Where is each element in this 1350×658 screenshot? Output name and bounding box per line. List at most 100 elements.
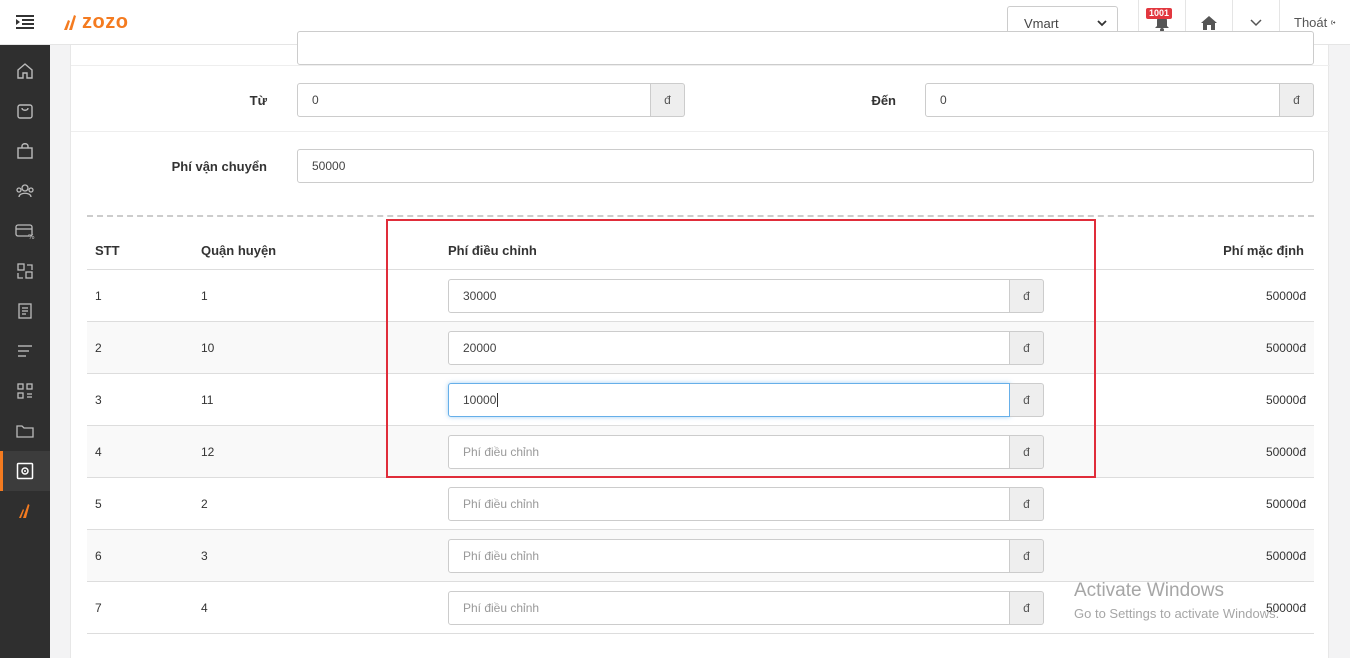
shipping-fee-input[interactable]: 50000 (297, 149, 1314, 183)
windows-watermark: Activate Windows Go to Settings to activ… (1074, 580, 1279, 621)
store-select-value: Vmart (1024, 15, 1059, 31)
home-icon (17, 63, 33, 79)
to-label: Đến (871, 93, 896, 108)
adjusted-fee-unit: đ (1010, 331, 1044, 365)
adjusted-fee-placeholder: Phí điều chỉnh (463, 549, 540, 563)
logout-icon (1331, 20, 1336, 25)
settings-icon (16, 462, 34, 480)
adjusted-fee-unit: đ (1010, 435, 1044, 469)
sidebar: % (0, 45, 50, 658)
table-row: 6 3 Phí điều chỉnh đ 50000đ (87, 530, 1314, 582)
brand-icon (19, 504, 30, 518)
table-row: 1 1 30000 đ 50000đ (87, 270, 1314, 322)
adjusted-fee-placeholder: Phí điều chỉnh (463, 445, 540, 459)
menu-toggle-button[interactable] (0, 0, 50, 45)
row-default-fee: 50000đ (1265, 289, 1306, 303)
sidebar-item-customers[interactable] (0, 171, 50, 211)
main-content: Từ 0 đ Đến 0 đ Phí vận chuyển 50000 STT … (70, 31, 1330, 658)
from-label: Từ (249, 93, 267, 108)
watermark-line2: Go to Settings to activate Windows. (1074, 606, 1280, 621)
row-district: 11 (201, 393, 214, 407)
notification-badge: 1001 (1146, 8, 1173, 19)
adjusted-fee-unit: đ (1010, 539, 1044, 573)
shopping-bag-icon (17, 143, 33, 159)
row-default-fee: 50000đ (1265, 341, 1306, 355)
row-stt: 4 (95, 445, 102, 459)
row-stt: 1 (95, 289, 102, 303)
row-stt: 3 (95, 393, 102, 407)
to-unit: đ (1280, 83, 1314, 117)
row-district: 10 (201, 341, 215, 355)
shipping-fee-label: Phí vận chuyển (171, 159, 267, 174)
adjusted-fee-input[interactable]: Phí điều chỉnh (448, 539, 1010, 573)
chevron-down-icon (1250, 18, 1262, 26)
grid-icon (17, 383, 33, 399)
th-default-fee: Phí mặc định (1223, 243, 1304, 258)
row-district: 2 (201, 497, 208, 511)
adjusted-fee-input[interactable]: 10000 (448, 383, 1010, 417)
svg-text:%: % (28, 233, 35, 240)
logo-text: zozo (82, 10, 129, 33)
row-district: 1 (201, 289, 208, 303)
home-icon (1201, 15, 1217, 30)
adjusted-fee-input[interactable]: Phí điều chỉnh (448, 487, 1010, 521)
logo[interactable]: zozo (50, 0, 128, 45)
payment-icon: % (15, 224, 35, 240)
row-stt: 7 (95, 601, 102, 615)
table-row: 4 12 Phí điều chỉnh đ 50000đ (87, 426, 1314, 478)
from-unit: đ (651, 83, 685, 117)
row-default-fee: 50000đ (1265, 497, 1306, 511)
sidebar-item-apps[interactable] (0, 371, 50, 411)
adjusted-fee-unit: đ (1010, 279, 1044, 313)
sidebar-item-settings[interactable] (0, 451, 50, 491)
adjusted-fee-input[interactable]: Phí điều chỉnh (448, 591, 1010, 625)
row-district: 12 (201, 445, 215, 459)
text-caret (497, 393, 499, 407)
adjusted-fee-value: 10000 (463, 393, 497, 407)
sidebar-item-reports[interactable] (0, 291, 50, 331)
partial-input[interactable] (297, 31, 1314, 65)
row-stt: 5 (95, 497, 102, 511)
users-icon (16, 184, 34, 198)
menu-collapse-icon (16, 15, 34, 29)
adjusted-fee-placeholder: Phí điều chỉnh (463, 497, 540, 511)
adjusted-fee-placeholder: Phí điều chỉnh (463, 601, 540, 615)
row-default-fee: 50000đ (1265, 445, 1306, 459)
adjusted-fee-input[interactable]: 30000 (448, 279, 1010, 313)
th-stt: STT (95, 243, 120, 258)
watermark-line1: Activate Windows (1074, 580, 1224, 601)
chevron-down-icon (1097, 19, 1107, 26)
sidebar-item-brand[interactable] (0, 491, 50, 531)
sidebar-item-orders[interactable] (0, 91, 50, 131)
sidebar-item-home[interactable] (0, 51, 50, 91)
table-row: 3 11 10000 đ 50000đ (87, 374, 1314, 426)
document-icon (18, 303, 32, 319)
adjusted-fee-input[interactable]: Phí điều chỉnh (448, 435, 1010, 469)
sidebar-item-products[interactable] (0, 131, 50, 171)
adjusted-fee-unit: đ (1010, 383, 1044, 417)
bag-icon (17, 104, 33, 119)
from-input[interactable]: 0 (297, 83, 651, 117)
row-default-fee: 50000đ (1265, 393, 1306, 407)
table-row: 2 10 20000 đ 50000đ (87, 322, 1314, 374)
section-divider (87, 215, 1314, 217)
th-district: Quận huyện (201, 243, 277, 258)
adjusted-fee-input[interactable]: 20000 (448, 331, 1010, 365)
folder-icon (16, 425, 34, 438)
sidebar-item-transfer[interactable] (0, 251, 50, 291)
logout-label: Thoát (1294, 15, 1328, 30)
table-row: 5 2 Phí điều chỉnh đ 50000đ (87, 478, 1314, 530)
sidebar-item-files[interactable] (0, 411, 50, 451)
row-default-fee: 50000đ (1265, 549, 1306, 563)
row-district: 4 (201, 601, 208, 615)
logo-mark-icon (64, 15, 76, 30)
adjusted-fee-value: 30000 (463, 289, 497, 303)
sidebar-item-list[interactable] (0, 331, 50, 371)
list-icon (18, 345, 32, 357)
sidebar-item-payments[interactable]: % (0, 211, 50, 251)
th-adjusted-fee: Phí điều chỉnh (448, 243, 537, 258)
row-stt: 2 (95, 341, 102, 355)
to-input[interactable]: 0 (925, 83, 1280, 117)
row-district: 3 (201, 549, 208, 563)
adjusted-fee-unit: đ (1010, 487, 1044, 521)
